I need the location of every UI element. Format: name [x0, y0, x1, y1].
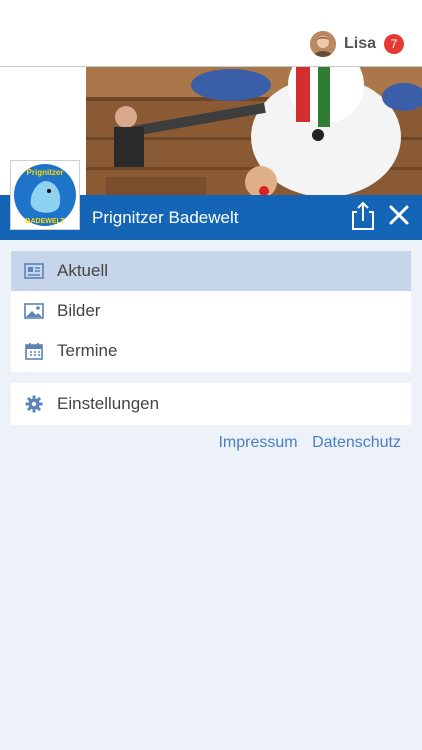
user-profile[interactable]: Lisa 7: [309, 30, 404, 58]
user-avatar[interactable]: [309, 31, 336, 57]
menu-item-termine[interactable]: Termine: [11, 331, 411, 371]
menu-item-label: Einstellungen: [57, 394, 160, 413]
image-icon: [24, 301, 44, 321]
close-button[interactable]: [388, 204, 410, 226]
menu-item-aktuell[interactable]: Aktuell: [11, 251, 411, 291]
menu-item-label: Bilder: [57, 301, 101, 320]
share-button[interactable]: [351, 201, 375, 231]
top-bar: Lisa 7: [0, 0, 422, 67]
logo-text-bottom: BADEWELT: [25, 218, 65, 225]
gear-icon: [24, 394, 44, 414]
share-icon: [352, 201, 374, 230]
settings-menu: Einstellungen: [11, 383, 411, 425]
calendar-icon: [24, 341, 44, 361]
logo-text-top: Prignitzer: [27, 168, 64, 177]
hero-photo: [86, 67, 422, 195]
menu-item-label: Termine: [57, 341, 118, 360]
impressum-link[interactable]: Impressum: [218, 434, 297, 451]
menu-item-bilder[interactable]: Bilder: [11, 291, 411, 331]
main-menu: Aktuell Bilder Termine: [11, 251, 411, 372]
page-title: Prignitzer Badewelt: [92, 208, 239, 227]
datenschutz-link[interactable]: Datenschutz: [312, 434, 401, 451]
app-logo: Prignitzer BADEWELT: [10, 160, 80, 230]
username[interactable]: Lisa: [344, 35, 376, 53]
newspaper-icon: [24, 261, 44, 281]
footer-links: Impressum Datenschutz: [218, 434, 401, 452]
close-icon: [389, 205, 409, 225]
menu-item-label: Aktuell: [57, 261, 109, 280]
notification-badge[interactable]: 7: [384, 34, 404, 54]
menu-item-einstellungen[interactable]: Einstellungen: [11, 383, 411, 425]
